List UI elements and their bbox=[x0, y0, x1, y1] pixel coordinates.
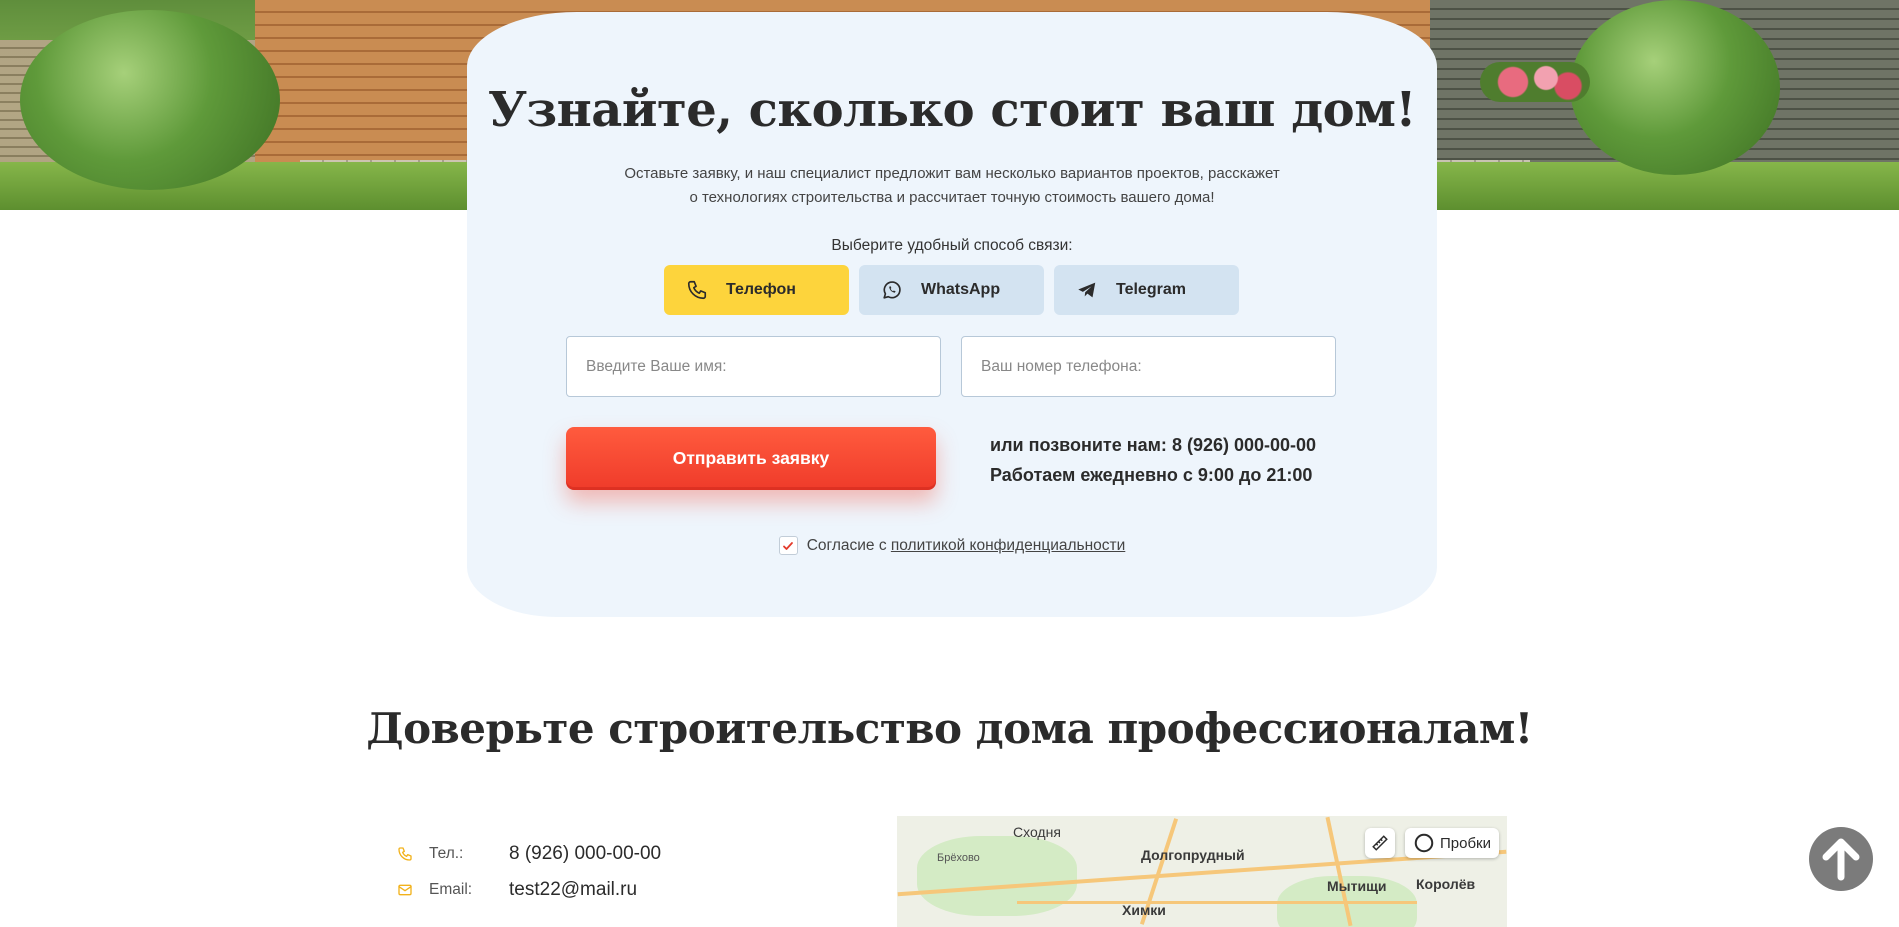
traffic-icon bbox=[1414, 833, 1434, 853]
call-line: или позвоните нам: 8 (926) 000-00-00 bbox=[990, 430, 1316, 460]
map-ruler-button[interactable] bbox=[1365, 828, 1395, 858]
map-place-label: Химки bbox=[1122, 902, 1166, 918]
card-title-part-1: Узнайте, bbox=[488, 82, 733, 138]
quote-request-card: Узнайте, сколько стоит ваш дом! Оставьте… bbox=[467, 12, 1437, 617]
privacy-policy-link[interactable]: политикой конфиденциальности bbox=[891, 537, 1125, 554]
card-title-part-2: ваш дом! bbox=[1160, 82, 1416, 138]
map-place-label: Сходня bbox=[1013, 824, 1061, 840]
method-whatsapp-label: WhatsApp bbox=[921, 281, 1001, 298]
map-road bbox=[1017, 901, 1417, 904]
hero-tree-right bbox=[1570, 0, 1780, 175]
contact-row-email: Email: test22@mail.ru bbox=[397, 872, 661, 908]
contact-method-selector: Телефон WhatsApp Telegram bbox=[664, 265, 1239, 315]
card-subtitle-line-2: о технологиях строительства и рассчитает… bbox=[689, 189, 1215, 206]
consent-text: Согласие с bbox=[806, 536, 891, 554]
contact-email-label: Email: bbox=[429, 881, 473, 898]
card-title: Узнайте, сколько стоит ваш дом! bbox=[467, 82, 1437, 138]
map-park bbox=[917, 836, 1077, 916]
call-prefix: или позвоните нам: bbox=[990, 435, 1172, 455]
card-title-bold: сколько стоит bbox=[748, 82, 1145, 138]
card-subtitle: Оставьте заявку, и наш специалист предло… bbox=[597, 162, 1307, 210]
ruler-icon bbox=[1372, 835, 1388, 851]
hero-tree-left bbox=[20, 10, 280, 190]
phone-icon bbox=[397, 845, 415, 863]
map-place-label: Королёв bbox=[1416, 876, 1476, 892]
method-whatsapp-button[interactable]: WhatsApp bbox=[859, 265, 1044, 315]
trust-title-bold: профессионалам! bbox=[1107, 704, 1534, 753]
method-phone-label: Телефон bbox=[726, 281, 796, 298]
contact-method-label: Выберите удобный способ связи: bbox=[831, 237, 1073, 254]
contact-email-value[interactable]: test22@mail.ru bbox=[509, 879, 637, 901]
consent-checkbox[interactable] bbox=[778, 536, 798, 555]
method-phone-button[interactable]: Телефон bbox=[664, 265, 849, 315]
method-telegram-button[interactable]: Telegram bbox=[1054, 265, 1239, 315]
card-subtitle-line-1: Оставьте заявку, и наш специалист предло… bbox=[624, 165, 1280, 182]
name-input[interactable] bbox=[566, 336, 941, 397]
consent-label: Согласие с политикой конфиденциальности bbox=[807, 537, 1126, 555]
arrow-up-icon bbox=[1822, 838, 1860, 881]
whatsapp-icon bbox=[883, 281, 901, 299]
map-place-label: Мытищи bbox=[1327, 878, 1387, 894]
trust-section-title: Доверьте строительство дома профессионал… bbox=[0, 704, 1899, 753]
method-telegram-label: Telegram bbox=[1116, 281, 1186, 298]
mail-icon bbox=[397, 881, 415, 899]
map-place-label: Долгопрудный bbox=[1141, 847, 1245, 863]
phone-input[interactable] bbox=[961, 336, 1336, 397]
contact-phone-label: Тел.: bbox=[429, 845, 464, 862]
phone-icon bbox=[687, 280, 707, 300]
working-hours: Работаем ежедневно с 9:00 до 21:00 bbox=[990, 465, 1313, 485]
contact-row-phone: Тел.: 8 (926) 000-00-00 bbox=[397, 836, 661, 872]
submit-request-button[interactable]: Отправить заявку bbox=[566, 427, 936, 490]
map-traffic-button[interactable]: Пробки bbox=[1405, 828, 1499, 858]
consent-row: Согласие с политикой конфиденциальности bbox=[467, 536, 1437, 555]
contact-phone-value[interactable]: 8 (926) 000-00-00 bbox=[509, 843, 661, 865]
contact-list: Тел.: 8 (926) 000-00-00 Email: test22@ma… bbox=[397, 836, 661, 908]
map-traffic-label: Пробки bbox=[1440, 834, 1491, 852]
scroll-to-top-button[interactable] bbox=[1809, 827, 1873, 891]
telegram-icon bbox=[1078, 282, 1096, 298]
trust-title-regular: Доверьте строительство дома bbox=[366, 704, 1108, 753]
hero-flower-box bbox=[1480, 62, 1590, 102]
call-info: или позвоните нам: 8 (926) 000-00-00 Раб… bbox=[990, 430, 1316, 490]
location-map[interactable]: Сходня Брёхово Долгопрудный Мытищи Корол… bbox=[897, 816, 1507, 927]
checkmark-icon bbox=[783, 541, 794, 550]
form-inputs bbox=[566, 336, 1336, 397]
call-phone-number: 8 (926) 000-00-00 bbox=[1171, 435, 1317, 455]
map-place-label: Брёхово bbox=[937, 852, 980, 864]
